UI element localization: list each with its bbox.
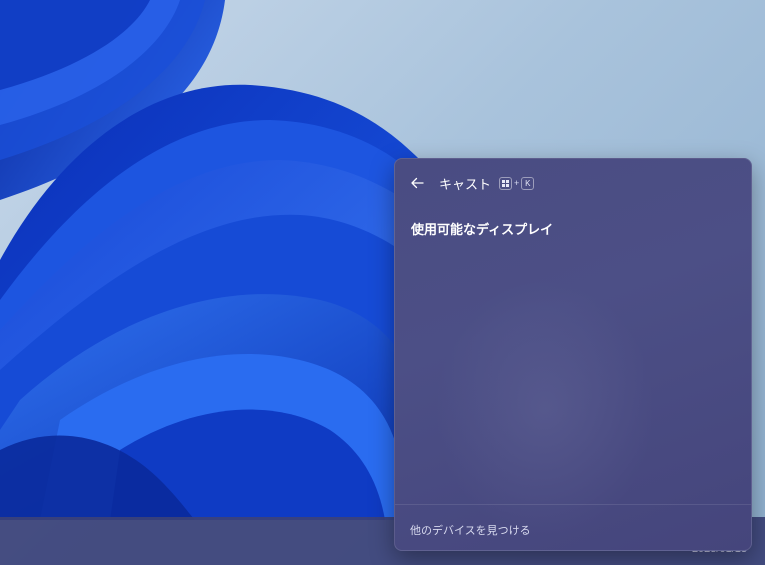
back-arrow-icon <box>411 177 424 189</box>
available-displays-heading: 使用可能なディスプレイ <box>411 223 554 238</box>
find-other-devices-link[interactable]: 他のデバイスを見つける <box>410 522 531 538</box>
panel-title: キャスト <box>439 177 492 193</box>
k-key: K <box>521 176 535 190</box>
windows-logo-icon <box>502 179 510 187</box>
panel-glow <box>435 279 655 539</box>
windows-key <box>499 176 513 190</box>
back-button[interactable] <box>405 171 429 195</box>
panel-header: キャスト + K <box>395 159 751 207</box>
cast-panel: キャスト + K 使用可能なディスプレイ 他のデバイスを見つける <box>394 158 752 551</box>
keyboard-shortcut: + K <box>499 176 535 190</box>
shortcut-plus: + <box>514 178 520 188</box>
panel-footer: 他のデバイスを見つける <box>395 504 751 550</box>
